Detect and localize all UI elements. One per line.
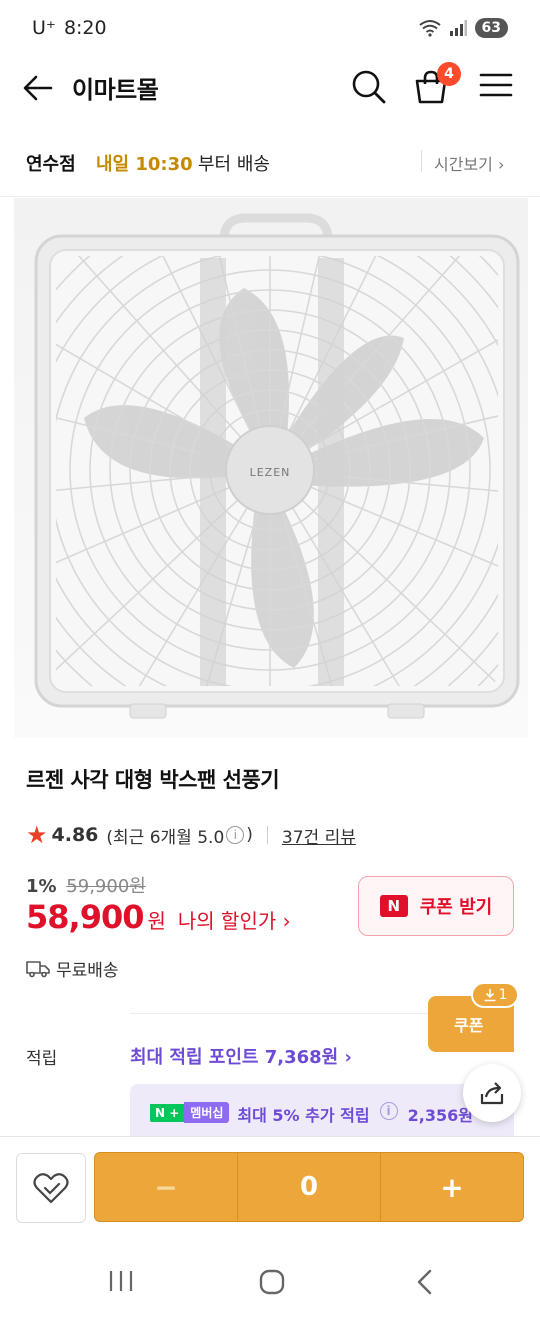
divider <box>266 826 268 844</box>
heart-check-icon <box>33 1173 69 1204</box>
coupon-count: 1 <box>498 987 508 1003</box>
carrier-label: U⁺ <box>32 17 56 39</box>
sale-price: 58,900 <box>26 898 144 936</box>
coupon-download-button[interactable]: N 쿠폰 받기 <box>358 876 514 936</box>
product-image[interactable]: LEZEN 1/ 2 <box>14 198 528 738</box>
discount-row: 1% 59,900원 <box>26 872 146 898</box>
naver-plus-icon: N + <box>150 1103 185 1122</box>
back-button[interactable] <box>20 70 56 106</box>
info-icon[interactable]: i <box>379 1102 398 1120</box>
time-view-link[interactable]: 시간보기 › <box>434 151 504 175</box>
floating-coupon-label: 쿠폰 <box>454 1016 484 1035</box>
divider <box>0 196 540 197</box>
points-label: 적립 <box>26 1049 58 1069</box>
rating-score: 4.86 <box>51 824 99 846</box>
system-nav-bar <box>0 1240 540 1320</box>
quantity-stepper: − 0 + <box>94 1152 524 1222</box>
naver-n-icon: N <box>379 895 408 917</box>
membership-amount: 2,356원 <box>407 1106 473 1125</box>
membership-text: 최대 5% 추가 적립 <box>237 1106 370 1125</box>
menu-button[interactable] <box>478 70 514 104</box>
delivery-suffix: 부터 배송 <box>198 154 270 175</box>
delivery-bar: 연수점 내일 10:30 부터 배송 시간보기 › <box>0 136 540 186</box>
share-icon <box>480 1082 504 1105</box>
rating-recent: (최근 6개월 5.0 <box>106 827 225 848</box>
my-discount-link[interactable]: 나의 할인가 › <box>178 905 291 934</box>
divider <box>421 150 422 172</box>
delivery-time: 내일 10:30 <box>96 154 193 175</box>
naver-plus-membership-badge: N + 멤버십 <box>150 1102 230 1123</box>
rating-row: ★ 4.86 (최근 6개월 5.0 i ) 37건 리뷰 <box>26 820 356 850</box>
points-link[interactable]: 최대 적립 포인트 7,368원 › <box>130 1043 352 1069</box>
star-icon: ★ <box>26 821 48 849</box>
download-icon <box>484 989 496 1002</box>
battery-indicator: 63 <box>474 18 508 38</box>
product-title: 르젠 사각 대형 박스팬 선풍기 <box>26 768 280 792</box>
sale-row: 58,900 원 나의 할인가 › <box>26 898 291 936</box>
share-button[interactable] <box>463 1064 521 1122</box>
recent-apps-icon[interactable] <box>106 1268 136 1294</box>
box-fan-illustration: LEZEN <box>34 213 520 719</box>
original-price: 59,900원 <box>66 876 146 897</box>
page-title: 이마트몰 <box>72 76 159 104</box>
home-icon[interactable] <box>258 1268 286 1296</box>
delivery-truck-icon <box>26 960 50 977</box>
app-header: 이마트몰 <box>0 56 540 120</box>
signal-icon <box>449 20 467 36</box>
hamburger-menu-icon <box>479 73 513 97</box>
shipping-label: 무료배송 <box>56 961 119 981</box>
brand-logo-text: LEZEN <box>250 466 291 479</box>
status-bar: U⁺ 8:20 63 <box>0 0 540 56</box>
coupon-button-label: 쿠폰 받기 <box>419 897 493 918</box>
discount-rate: 1% <box>26 876 57 897</box>
wishlist-button[interactable] <box>16 1153 86 1223</box>
arrow-left-icon <box>23 75 53 101</box>
sale-unit: 원 <box>147 909 166 933</box>
cart-count-badge: 4 <box>437 62 461 86</box>
membership-label: 멤버십 <box>184 1102 230 1123</box>
quantity-increase-button[interactable]: + <box>381 1153 523 1221</box>
review-link[interactable]: 37건 리뷰 <box>282 823 356 848</box>
quantity-decrease-button[interactable]: − <box>95 1153 238 1221</box>
rating-recent-close: ) <box>246 825 253 845</box>
shipping-row: 무료배송 <box>26 956 119 981</box>
info-icon[interactable]: i <box>226 826 245 844</box>
membership-box[interactable]: N + 멤버십 최대 5% 추가 적립 i 2,356원 <box>130 1084 514 1144</box>
status-time: 8:20 <box>63 17 107 39</box>
wifi-icon <box>418 20 441 37</box>
coupon-count-badge: 1 <box>471 982 519 1008</box>
search-icon <box>352 70 386 104</box>
status-icons: 63 <box>418 18 508 38</box>
quantity-value: 0 <box>238 1153 381 1221</box>
system-back-icon[interactable] <box>412 1268 436 1296</box>
bottom-action-bar: − 0 + <box>0 1136 540 1240</box>
store-name: 연수점 <box>26 154 76 175</box>
search-button[interactable] <box>350 68 388 106</box>
